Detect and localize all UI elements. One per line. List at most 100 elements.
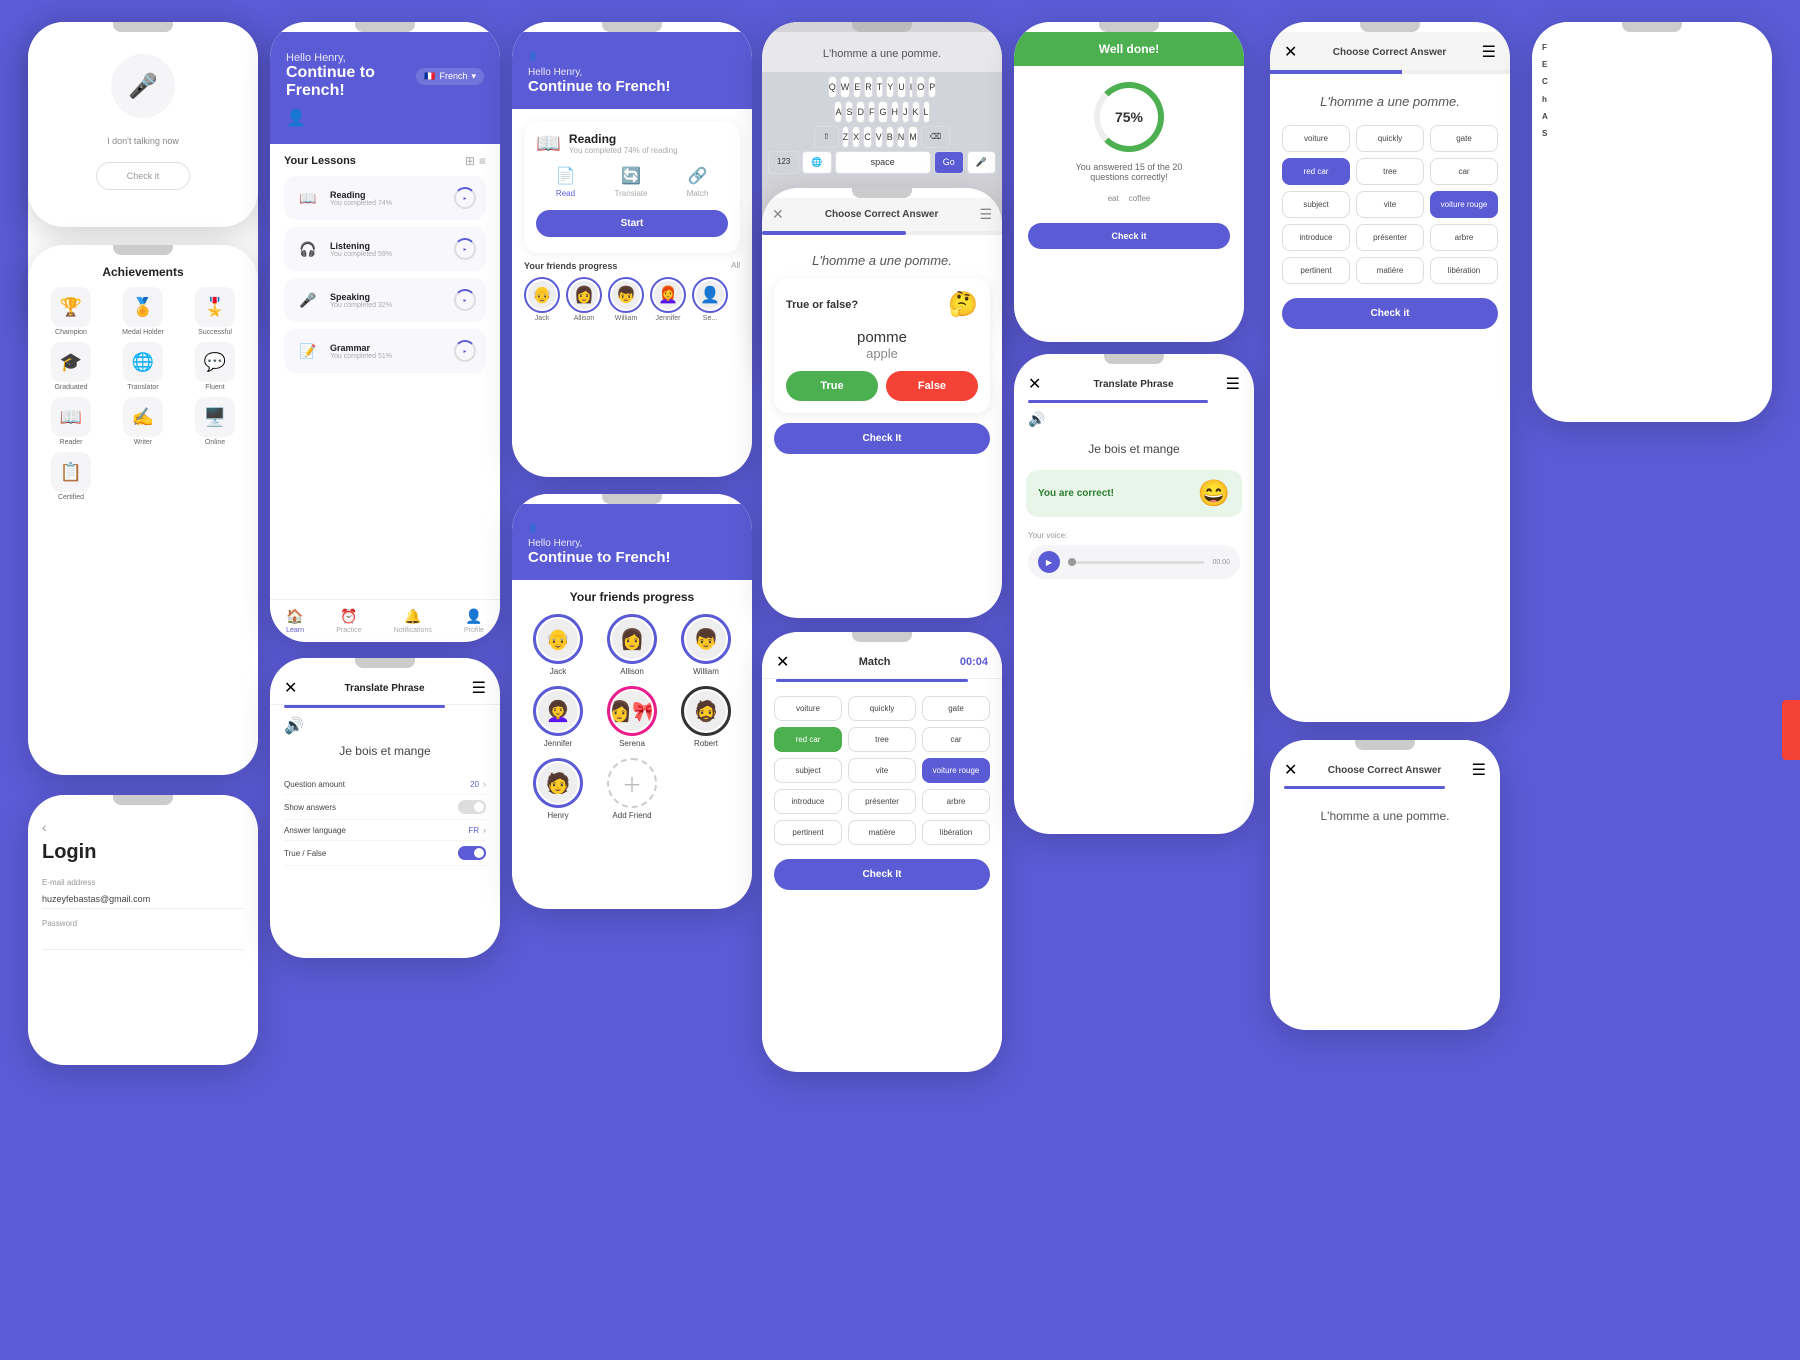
answer-car[interactable]: car xyxy=(1430,158,1498,185)
answer-quickly[interactable]: quickly xyxy=(1356,125,1424,152)
match-word-liberation[interactable]: libération xyxy=(922,820,990,845)
key-r[interactable]: R xyxy=(864,76,873,98)
key-d[interactable]: D xyxy=(856,101,865,123)
key-p[interactable]: P xyxy=(928,76,936,98)
nav-profile[interactable]: 👤 Profile xyxy=(464,608,484,634)
answer-gate[interactable]: gate xyxy=(1430,125,1498,152)
match-word-car[interactable]: car xyxy=(922,727,990,752)
setting-true-false[interactable]: True / False xyxy=(284,841,486,866)
key-f[interactable]: F xyxy=(868,101,876,123)
correct-menu-icon[interactable]: ☰ xyxy=(1226,374,1240,394)
key-m[interactable]: M xyxy=(908,126,918,148)
true-button[interactable]: True xyxy=(786,371,878,401)
answer-pertinent[interactable]: pertinent xyxy=(1282,257,1350,284)
choose-sm-menu-icon[interactable]: ☰ xyxy=(1472,760,1486,780)
password-input[interactable] xyxy=(42,931,244,950)
play-button[interactable]: ▶ xyxy=(1038,551,1060,573)
answer-liberation[interactable]: libération xyxy=(1430,257,1498,284)
key-delete[interactable]: ⌫ xyxy=(921,126,950,148)
choose-sm-close-icon[interactable]: ✕ xyxy=(1284,760,1297,780)
match-word-presenter[interactable]: présenter xyxy=(848,789,916,814)
key-x[interactable]: X xyxy=(852,126,860,148)
grid-icon[interactable]: ⊞ xyxy=(465,154,475,168)
key-n[interactable]: N xyxy=(897,126,906,148)
list-icon[interactable]: ≡ xyxy=(479,154,486,168)
email-input[interactable] xyxy=(42,890,244,909)
key-go[interactable]: Go xyxy=(934,151,964,174)
key-j[interactable]: J xyxy=(902,101,909,123)
answer-redcar[interactable]: red car xyxy=(1282,158,1350,185)
correct-close-icon[interactable]: ✕ xyxy=(1028,374,1041,394)
mode-read[interactable]: 📄 Read xyxy=(556,166,576,198)
lesson-speaking[interactable]: 🎤 Speaking You completed 32% ▸ xyxy=(284,278,486,322)
language-selector[interactable]: 🇫🇷 French ▾ xyxy=(416,68,484,85)
match-word-vite[interactable]: vite xyxy=(848,758,916,783)
answer-vite[interactable]: vite xyxy=(1356,191,1424,218)
key-l[interactable]: L xyxy=(923,101,930,123)
false-button[interactable]: False xyxy=(886,371,978,401)
score-check-button[interactable]: Check it xyxy=(1028,223,1230,249)
start-button[interactable]: Start xyxy=(536,210,728,237)
match-word-pertinent[interactable]: pertinent xyxy=(774,820,842,845)
tf-check-button[interactable]: Check It xyxy=(774,423,990,454)
key-y[interactable]: Y xyxy=(886,76,894,98)
key-u[interactable]: U xyxy=(897,76,906,98)
mode-match[interactable]: 🔗 Match xyxy=(687,166,709,198)
key-s[interactable]: S xyxy=(845,101,853,123)
key-h[interactable]: H xyxy=(891,101,900,123)
answer-presenter[interactable]: présenter xyxy=(1356,224,1424,251)
answer-voiturerouge[interactable]: voiture rouge xyxy=(1430,191,1498,218)
match-word-voiture[interactable]: voiture xyxy=(774,696,842,721)
key-q[interactable]: Q xyxy=(828,76,837,98)
match-word-tree[interactable]: tree xyxy=(848,727,916,752)
setting-show-answers[interactable]: Show answers xyxy=(284,795,486,820)
back-button[interactable]: ‹ xyxy=(42,819,244,835)
key-shift[interactable]: ⇧ xyxy=(814,126,839,148)
true-false-toggle[interactable] xyxy=(458,846,486,860)
match-word-subject[interactable]: subject xyxy=(774,758,842,783)
choose-big-menu-icon[interactable]: ☰ xyxy=(1482,42,1496,62)
show-answers-toggle[interactable] xyxy=(458,800,486,814)
key-t[interactable]: T xyxy=(876,76,884,98)
key-v[interactable]: V xyxy=(875,126,883,148)
answer-matiere[interactable]: matière xyxy=(1356,257,1424,284)
answer-introduce[interactable]: introduce xyxy=(1282,224,1350,251)
lesson-reading[interactable]: 📖 Reading You completed 74% ▸ xyxy=(284,176,486,220)
friends-all-link[interactable]: All xyxy=(731,261,740,271)
answer-arbre[interactable]: arbre xyxy=(1430,224,1498,251)
key-123[interactable]: 123 xyxy=(768,151,799,174)
lesson-grammar[interactable]: 📝 Grammar You completed 51% ▸ xyxy=(284,329,486,373)
key-c[interactable]: C xyxy=(863,126,872,148)
match-word-voiturerouge[interactable]: voiture rouge xyxy=(922,758,990,783)
setting-answer-language[interactable]: Answer language FR › xyxy=(284,820,486,841)
match-check-button[interactable]: Check It xyxy=(774,859,990,890)
check-it-button[interactable]: Check it xyxy=(96,162,191,190)
choose-big-close-icon[interactable]: ✕ xyxy=(1284,42,1297,62)
translate-close-icon[interactable]: ✕ xyxy=(284,678,297,698)
lesson-listening[interactable]: 🎧 Listening You completed 59% ▸ xyxy=(284,227,486,271)
key-space[interactable]: space xyxy=(835,151,931,174)
match-word-arbre[interactable]: arbre xyxy=(922,789,990,814)
match-word-redcar[interactable]: red car xyxy=(774,727,842,752)
translate-menu-icon[interactable]: ☰ xyxy=(472,678,486,698)
key-z[interactable]: Z xyxy=(842,126,850,148)
answer-voiture[interactable]: voiture xyxy=(1282,125,1350,152)
answer-subject[interactable]: subject xyxy=(1282,191,1350,218)
key-k[interactable]: K xyxy=(912,101,920,123)
answer-check-button[interactable]: Check it xyxy=(1282,298,1498,329)
answer-tree[interactable]: tree xyxy=(1356,158,1424,185)
setting-question-amount[interactable]: Question amount 20 › xyxy=(284,774,486,795)
tf-menu-icon[interactable]: ☰ xyxy=(979,206,992,223)
key-mic[interactable]: 🎤 xyxy=(967,151,996,174)
key-w[interactable]: W xyxy=(840,76,851,98)
match-word-matiere[interactable]: matière xyxy=(848,820,916,845)
nav-notifications[interactable]: 🔔 Notifications xyxy=(394,608,432,634)
key-o[interactable]: O xyxy=(916,76,925,98)
key-emoji[interactable]: 🌐 xyxy=(802,151,831,174)
add-friend-button[interactable]: ＋ Add Friend xyxy=(600,758,664,820)
nav-practice[interactable]: ⏰ Practice xyxy=(336,608,361,634)
tf-close-icon[interactable]: ✕ xyxy=(772,206,784,223)
match-word-quickly[interactable]: quickly xyxy=(848,696,916,721)
key-i[interactable]: I xyxy=(909,76,914,98)
match-word-gate[interactable]: gate xyxy=(922,696,990,721)
